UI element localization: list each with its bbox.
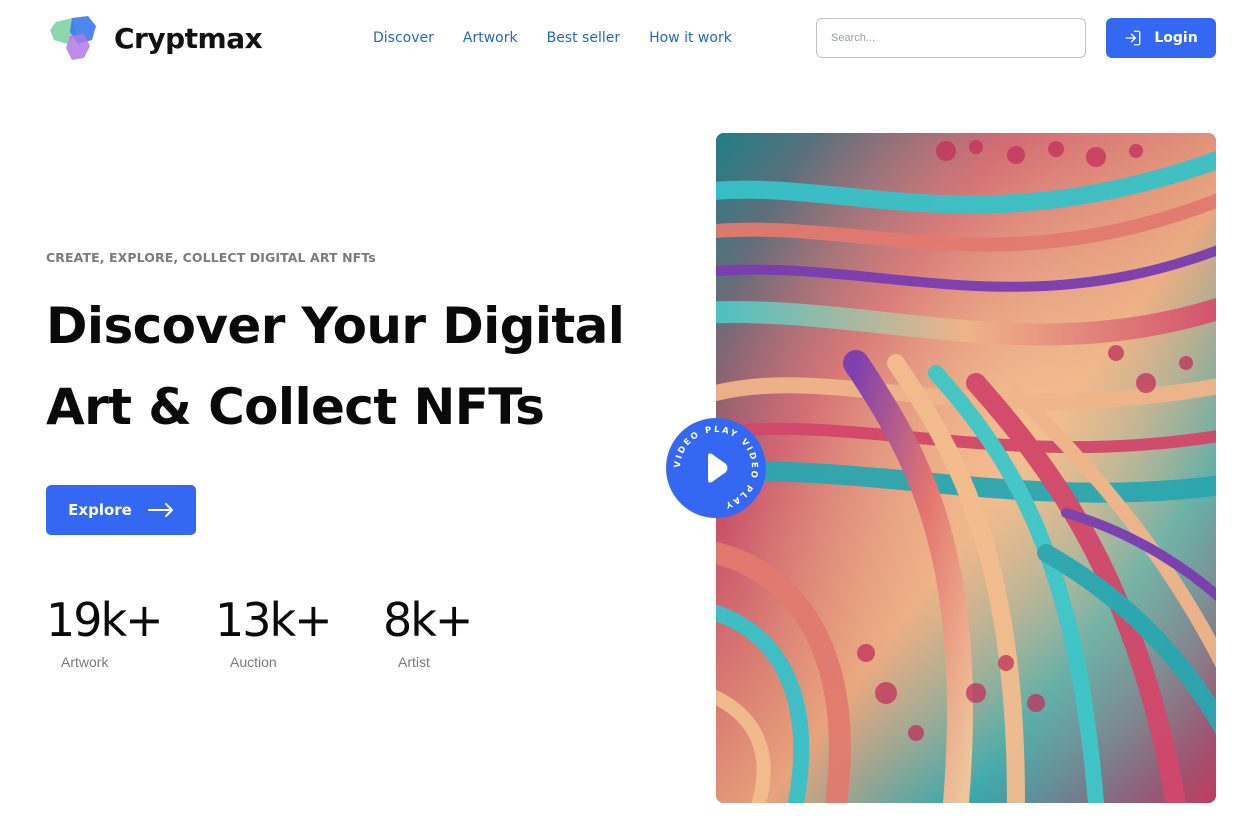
arrow-right-icon — [147, 503, 173, 517]
video-play-badge: VIDEO PLAY VIDEO PLAY — [673, 425, 757, 510]
stat-label: Artist — [398, 654, 430, 670]
nav-how-it-work[interactable]: How it work — [649, 30, 732, 46]
stat-value: 13k+ — [215, 593, 333, 647]
stat-value: 8k+ — [383, 593, 473, 647]
explore-button[interactable]: Explore — [46, 485, 196, 535]
hero-title: Discover Your Digital Art & Collect NFTs — [46, 286, 686, 448]
stat-value: 19k+ — [46, 593, 164, 647]
stat-label: Auction — [230, 654, 277, 670]
login-icon — [1125, 30, 1141, 46]
hero-artwork-image — [716, 133, 1216, 803]
brand-name: Cryptmax — [114, 21, 263, 55]
stat-label: Artwork — [61, 654, 109, 670]
login-button[interactable]: Login — [1106, 18, 1216, 58]
video-play-button[interactable]: VIDEO PLAY VIDEO PLAY — [666, 418, 766, 518]
stat-artist: 8k+ Artist — [383, 592, 503, 670]
login-label: Login — [1154, 30, 1198, 46]
nav-artwork[interactable]: Artwork — [463, 30, 518, 46]
nav-discover[interactable]: Discover — [373, 30, 434, 46]
play-icon — [708, 453, 728, 483]
hero-eyebrow: CREATE, EXPLORE, COLLECT DIGITAL ART NFT… — [46, 250, 376, 265]
stat-auction: 13k+ Auction — [215, 592, 383, 670]
nav-best-seller[interactable]: Best seller — [547, 30, 621, 46]
logo-icon — [50, 16, 96, 60]
hero-title-line-2: Art & Collect NFTs — [46, 378, 545, 436]
explore-label: Explore — [68, 501, 132, 519]
hero-title-line-1: Discover Your Digital — [46, 297, 625, 355]
main-nav: Discover Artwork Best seller How it work — [373, 30, 732, 46]
stat-artwork: 19k+ Artwork — [46, 592, 215, 670]
brand-logo[interactable]: Cryptmax — [48, 12, 263, 64]
stats-row: 19k+ Artwork 13k+ Auction 8k+ Artist — [46, 592, 503, 670]
search-input[interactable] — [816, 18, 1086, 58]
fractal-art — [716, 133, 1216, 803]
